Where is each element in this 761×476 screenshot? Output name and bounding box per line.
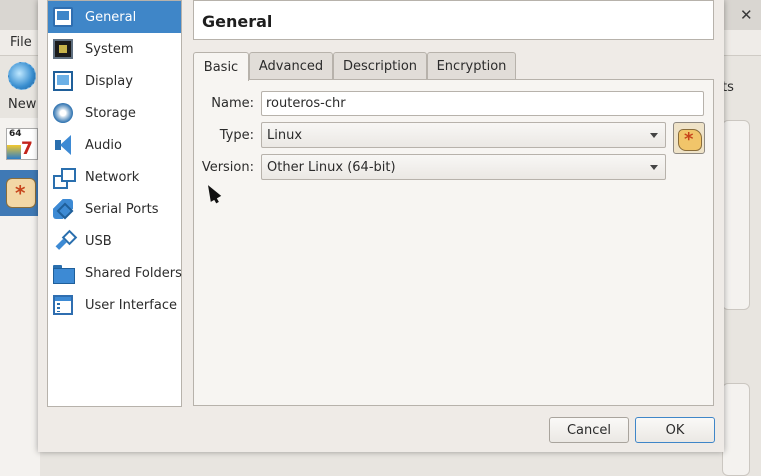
category-label: Network bbox=[85, 169, 140, 185]
tab-basic[interactable]: Basic bbox=[193, 52, 249, 81]
vm-os-icon bbox=[7, 145, 21, 159]
category-general[interactable]: General bbox=[48, 1, 181, 33]
settings-category-list: General System Display Storage Audio Net… bbox=[47, 0, 182, 407]
category-shared-folders[interactable]: Shared Folders bbox=[48, 257, 182, 289]
audio-icon bbox=[53, 135, 73, 155]
page-title: General bbox=[202, 12, 273, 31]
tab-label: Encryption bbox=[436, 59, 507, 74]
cancel-button[interactable]: Cancel bbox=[549, 417, 629, 443]
category-usb[interactable]: USB bbox=[48, 225, 181, 257]
close-icon[interactable]: ✕ bbox=[740, 6, 753, 24]
storage-icon bbox=[53, 103, 73, 123]
type-label: Type: bbox=[219, 128, 254, 143]
page-title-box: General bbox=[193, 0, 714, 40]
version-select[interactable]: Other Linux (64-bit) bbox=[261, 154, 666, 180]
display-icon bbox=[53, 71, 73, 91]
type-select-value: Linux bbox=[267, 128, 303, 143]
category-label: Serial Ports bbox=[85, 201, 159, 217]
type-select[interactable]: Linux bbox=[261, 122, 666, 148]
menu-file[interactable]: File bbox=[10, 35, 32, 50]
category-network[interactable]: Network bbox=[48, 161, 181, 193]
category-label: Shared Folders bbox=[85, 265, 182, 281]
name-input[interactable] bbox=[261, 91, 704, 116]
details-panel bbox=[722, 120, 750, 310]
version-label: Version: bbox=[201, 160, 254, 175]
cancel-button-label: Cancel bbox=[566, 422, 612, 438]
new-vm-icon[interactable] bbox=[8, 62, 36, 90]
vm-os-icon-text: 7 bbox=[21, 139, 33, 159]
vm-list-item-selected[interactable] bbox=[0, 170, 40, 216]
tab-label: Advanced bbox=[258, 59, 324, 74]
category-audio[interactable]: Audio bbox=[48, 129, 181, 161]
category-label: Display bbox=[85, 73, 133, 89]
category-label: USB bbox=[85, 233, 112, 249]
vm-os-icon bbox=[6, 178, 36, 208]
chevron-down-icon bbox=[650, 165, 658, 170]
ok-button[interactable]: OK bbox=[635, 417, 715, 443]
usb-icon bbox=[53, 231, 73, 251]
category-storage[interactable]: Storage bbox=[48, 97, 181, 129]
tab-description[interactable]: Description bbox=[333, 52, 427, 80]
network-icon bbox=[53, 167, 76, 189]
vm-list-item[interactable]: 64 7 bbox=[6, 128, 38, 160]
category-label: User Interface bbox=[85, 297, 177, 313]
version-select-value: Other Linux (64-bit) bbox=[267, 160, 396, 175]
category-user-interface[interactable]: User Interface bbox=[48, 289, 181, 321]
system-icon bbox=[53, 39, 73, 59]
details-panel bbox=[722, 383, 750, 476]
shared-folders-icon bbox=[53, 263, 75, 284]
category-label: General bbox=[85, 9, 137, 25]
ok-button-label: OK bbox=[665, 422, 685, 438]
category-serial-ports[interactable]: Serial Ports bbox=[48, 193, 181, 225]
chevron-down-icon bbox=[650, 133, 658, 138]
category-label: System bbox=[85, 41, 134, 57]
os-type-icon bbox=[673, 122, 705, 154]
category-label: Storage bbox=[85, 105, 136, 121]
tab-label: Description bbox=[342, 59, 418, 74]
serial-ports-icon bbox=[53, 199, 73, 219]
category-label: Audio bbox=[85, 137, 122, 153]
new-vm-label[interactable]: New bbox=[8, 97, 36, 112]
tab-label: Basic bbox=[203, 59, 239, 75]
tab-encryption[interactable]: Encryption bbox=[427, 52, 516, 80]
name-label: Name: bbox=[211, 96, 254, 111]
category-system[interactable]: System bbox=[48, 33, 181, 65]
vm-os-icon-text: 64 bbox=[9, 129, 22, 139]
user-interface-icon bbox=[53, 295, 73, 315]
general-icon bbox=[53, 7, 73, 27]
basic-tab-panel: Name: Type: Linux Version: Other Linux (… bbox=[193, 79, 714, 406]
settings-dialog: General System Display Storage Audio Net… bbox=[38, 0, 724, 452]
category-display[interactable]: Display bbox=[48, 65, 181, 97]
tab-advanced[interactable]: Advanced bbox=[249, 52, 333, 80]
